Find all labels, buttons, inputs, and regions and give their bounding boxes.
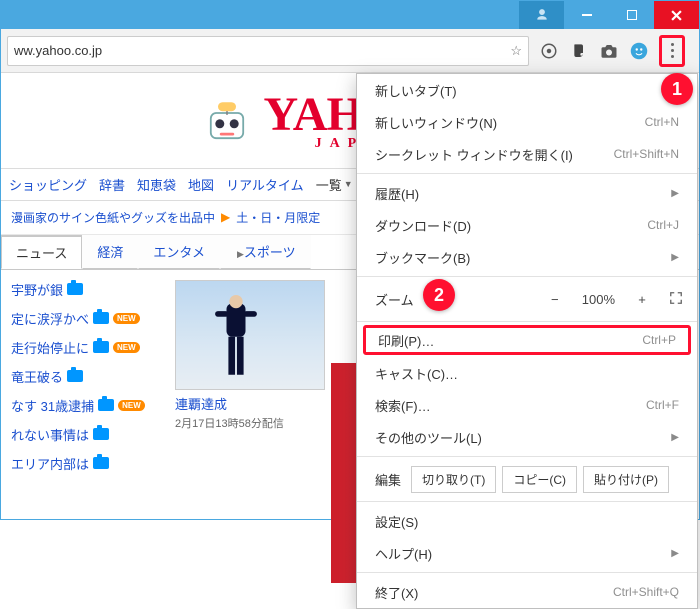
menu-print[interactable]: 印刷(P)…Ctrl+P <box>363 325 691 355</box>
menu-new-window[interactable]: 新しいウィンドウ(N)Ctrl+N <box>357 106 697 138</box>
new-badge: NEW <box>113 342 140 353</box>
photo-icon <box>67 283 83 295</box>
zoom-out-button[interactable]: − <box>546 292 564 307</box>
promo-tri-icon: ▶ <box>221 210 230 224</box>
zoom-in-button[interactable]: + <box>633 292 651 307</box>
nav-chiebukuro[interactable]: 知恵袋 <box>137 175 176 194</box>
toolbar-icons <box>529 35 693 67</box>
extension-circle-icon[interactable] <box>539 41 559 61</box>
menu-history[interactable]: 履歴(H)▶ <box>357 177 697 209</box>
list-item[interactable]: 竜王破る <box>11 367 161 386</box>
nav-map[interactable]: 地図 <box>188 175 214 194</box>
promo-left[interactable]: 漫画家のサイン色紙やグッズを出品中 <box>11 209 215 226</box>
paste-button[interactable]: 貼り付け(P) <box>583 466 669 493</box>
photo-icon <box>93 341 109 353</box>
menu-cast[interactable]: キャスト(C)… <box>357 357 697 389</box>
browser-window: ww.yahoo.co.jp ☆ <box>0 0 700 520</box>
chevron-right-icon: ▶ <box>671 548 679 559</box>
browser-toolbar: ww.yahoo.co.jp ☆ <box>1 29 699 73</box>
list-item[interactable]: れない事情は <box>11 425 161 444</box>
promo-right[interactable]: 土・日・月限定 <box>236 209 320 226</box>
close-icon <box>671 10 682 21</box>
nav-realtime[interactable]: リアルタイム <box>226 175 304 194</box>
photo-icon <box>93 457 109 469</box>
menu-incognito[interactable]: シークレット ウィンドウを開く(I)Ctrl+Shift+N <box>357 138 697 170</box>
tab-entertainment[interactable]: エンタメ <box>138 235 220 269</box>
menu-find[interactable]: 検索(F)…Ctrl+F <box>357 389 697 421</box>
photo-icon <box>67 370 83 382</box>
menu-zoom: ズーム − 100% + <box>357 280 697 318</box>
user-icon <box>535 8 549 22</box>
list-item[interactable]: 定に涙浮かべ NEW <box>11 309 161 328</box>
photo-icon <box>98 399 114 411</box>
nav-shopping[interactable]: ショッピング <box>9 175 87 194</box>
chrome-menu: 新しいタブ(T) 新しいウィンドウ(N)Ctrl+N シークレット ウィンドウを… <box>356 73 698 609</box>
camera-icon[interactable] <box>599 41 619 61</box>
skater-illustration <box>206 294 266 389</box>
minimize-icon <box>582 10 592 20</box>
nav-dict[interactable]: 辞書 <box>99 175 125 194</box>
cut-button[interactable]: 切り取り(T) <box>411 466 496 493</box>
new-badge: NEW <box>118 400 145 411</box>
copy-button[interactable]: コピー(C) <box>502 466 577 493</box>
list-item[interactable]: 走行始停止に NEW <box>11 338 161 357</box>
evernote-icon[interactable] <box>569 41 589 61</box>
news-thumb[interactable]: 連覇達成 2月17日13時58分配信 <box>175 280 335 473</box>
maximize-icon <box>627 10 637 20</box>
fullscreen-icon[interactable] <box>669 291 683 308</box>
news-thumbnail-image <box>175 280 325 390</box>
menu-edit-row: 編集 切り取り(T) コピー(C) 貼り付け(P) <box>357 460 697 498</box>
thumb-caption: 連覇達成 <box>175 394 335 413</box>
new-badge: NEW <box>113 313 140 324</box>
chevron-right-icon: ▶ <box>671 432 679 443</box>
close-button[interactable] <box>654 1 699 29</box>
menu-bookmarks[interactable]: ブックマーク(B)▶ <box>357 241 697 273</box>
menu-exit[interactable]: 終了(X)Ctrl+Shift+Q <box>357 576 697 608</box>
mascot-icon <box>200 95 254 149</box>
chrome-menu-button[interactable] <box>659 35 685 67</box>
profile-button[interactable] <box>519 1 564 29</box>
url-text: ww.yahoo.co.jp <box>14 43 102 58</box>
chevron-right-icon: ▶ <box>671 252 679 263</box>
annotation-1: 1 <box>661 73 693 105</box>
news-list: 宇野が銀 定に涙浮かべ NEW 走行始停止に NEW 竜王破る なす 31歳逮捕… <box>11 280 161 473</box>
tab-news[interactable]: ニュース <box>1 235 82 269</box>
maximize-button[interactable] <box>609 1 654 29</box>
tab-sports[interactable]: ▶スポーツ <box>220 235 311 269</box>
annotation-2: 2 <box>423 279 455 311</box>
photo-icon <box>93 312 109 324</box>
nav-list-dropdown[interactable]: 一覧▼ <box>316 175 353 194</box>
address-bar[interactable]: ww.yahoo.co.jp ☆ <box>7 36 529 66</box>
tab-economy[interactable]: 経済 <box>82 235 138 269</box>
thumb-subcaption: 2月17日13時58分配信 <box>175 415 335 431</box>
menu-help[interactable]: ヘルプ(H)▶ <box>357 537 697 569</box>
chevron-right-icon: ▶ <box>671 188 679 199</box>
zoom-value: 100% <box>582 292 615 307</box>
minimize-button[interactable] <box>564 1 609 29</box>
photo-icon <box>93 428 109 440</box>
window-titlebar <box>1 1 699 29</box>
menu-downloads[interactable]: ダウンロード(D)Ctrl+J <box>357 209 697 241</box>
list-item[interactable]: なす 31歳逮捕 NEW <box>11 396 161 415</box>
star-icon[interactable]: ☆ <box>510 43 522 59</box>
list-item[interactable]: 宇野が銀 <box>11 280 161 299</box>
menu-new-tab[interactable]: 新しいタブ(T) <box>357 74 697 106</box>
menu-settings[interactable]: 設定(S) <box>357 505 697 537</box>
avatar-extension-icon[interactable] <box>629 41 649 61</box>
list-item[interactable]: エリア内部は <box>11 454 161 473</box>
menu-more-tools[interactable]: その他のツール(L)▶ <box>357 421 697 453</box>
